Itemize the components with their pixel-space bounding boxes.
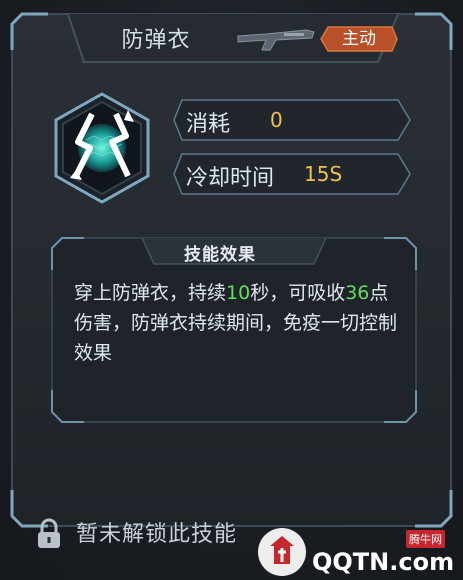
cost-row: 消耗 0 — [172, 98, 412, 142]
effect-absorb: 36 — [345, 282, 370, 304]
watermark-site: 腾牛网 — [406, 530, 445, 548]
effect-description: 穿上防弹衣，持续10秒，可吸收36点伤害，防弹衣持续期间，免疫一切控制效果 — [74, 278, 404, 368]
shotgun-icon — [237, 29, 315, 51]
skill-type-badge: 主动 — [320, 26, 398, 52]
lock-icon — [38, 518, 60, 548]
cost-label: 消耗 — [186, 112, 231, 137]
effect-text-part: 秒，可吸收 — [250, 282, 346, 304]
watermark-brand: QQTN.com — [312, 548, 455, 576]
cooldown-value: 15S — [304, 162, 343, 186]
locked-skill-label: 暂未解锁此技能 — [76, 522, 238, 547]
cooldown-row: 冷却时间 15S — [172, 152, 412, 196]
skill-title: 防弹衣 — [121, 28, 191, 53]
shield-skill-icon — [54, 92, 150, 204]
cooldown-label: 冷却时间 — [186, 166, 275, 191]
cost-value: 0 — [270, 108, 283, 132]
effect-duration: 10 — [226, 282, 251, 304]
effect-title: 技能效果 — [184, 245, 256, 265]
effect-text-part: 穿上防弹衣，持续 — [74, 282, 227, 304]
skill-detail-screen: 防弹衣 主动 消耗 0 冷却时间 15S 技能效果 穿上防弹衣，持续10秒，可吸… — [0, 0, 463, 580]
badge-label: 主动 — [342, 29, 376, 49]
